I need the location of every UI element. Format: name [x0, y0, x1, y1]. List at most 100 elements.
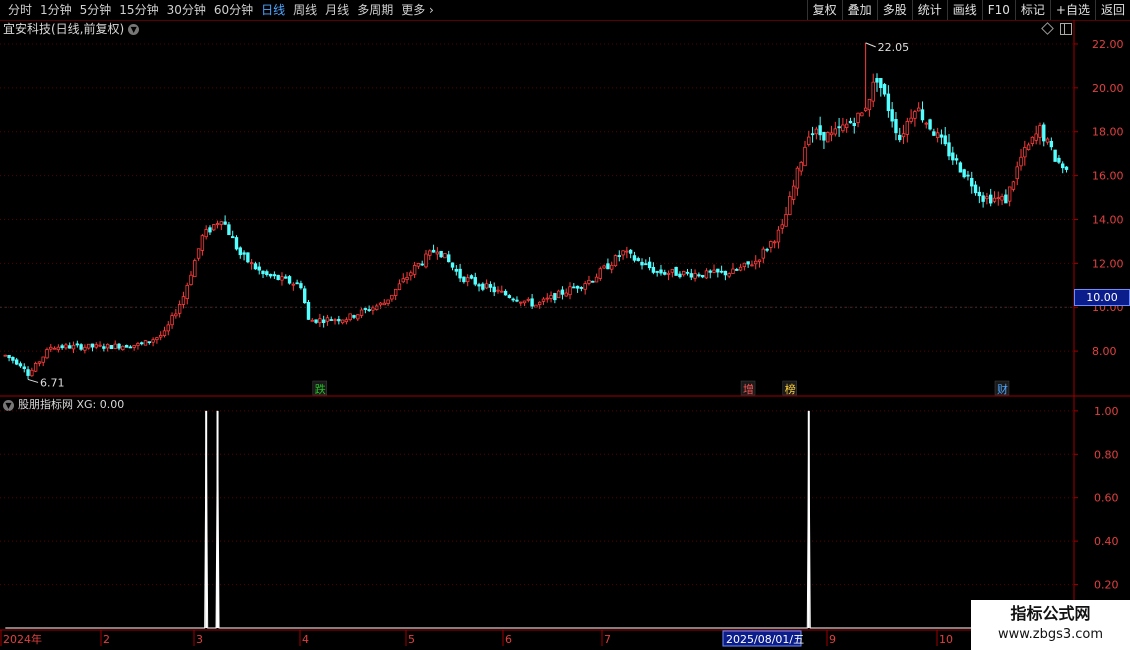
candle-body [219, 221, 224, 225]
candle-body [519, 301, 523, 304]
candle-body [397, 283, 402, 291]
chart-canvas[interactable]: 22.00 20.00 18.00 16.00 14.00 12.00 10.00 8.00 1… [0, 0, 1130, 650]
candle-body [253, 263, 258, 270]
candle-body [7, 354, 11, 359]
candle-body [602, 265, 606, 269]
candle-body [113, 343, 117, 349]
candle-body [1026, 144, 1031, 151]
candle-body [401, 278, 405, 283]
x-axis-label: 2 [103, 633, 110, 646]
candle-body [68, 345, 72, 349]
candle-body [750, 264, 754, 267]
candle-body [746, 261, 750, 265]
candle-body [443, 253, 447, 259]
low-price-label: 6.71 [40, 376, 65, 389]
candle-body [973, 184, 978, 194]
candle-body [1057, 157, 1061, 163]
candle-body [541, 298, 546, 302]
candle-body [143, 340, 148, 346]
candle-body [549, 295, 553, 299]
candle-body [185, 284, 189, 300]
candle-body [212, 224, 216, 231]
candle-body [826, 131, 830, 143]
candle-body [693, 273, 697, 279]
price-tick-label: 22.00 [1092, 38, 1124, 51]
candle-body [64, 344, 68, 349]
candle-body [329, 319, 333, 321]
candle-body [606, 263, 610, 270]
candle-body [833, 128, 838, 135]
candle-body [503, 290, 508, 296]
candle-body [71, 344, 76, 350]
candle-body [363, 308, 368, 310]
candle-body [18, 363, 23, 367]
candle-body [795, 167, 800, 189]
candle-body [1000, 195, 1004, 201]
low-pointer [27, 378, 39, 383]
candle-body [875, 78, 879, 83]
candle-body [22, 366, 26, 370]
candle-body [344, 319, 349, 323]
candle-body [943, 135, 947, 145]
candle-body [98, 344, 102, 347]
candle-body [1030, 136, 1035, 144]
candle-body [1061, 163, 1065, 169]
candle-body [708, 270, 712, 273]
candle-body [166, 324, 170, 332]
candle-body [860, 112, 864, 117]
candle-body [1034, 133, 1038, 141]
candle-body [79, 344, 83, 350]
candle-body [356, 314, 360, 320]
candle-body [1053, 149, 1057, 162]
candle-body [14, 359, 19, 365]
candle-body [60, 345, 64, 349]
candle-body [935, 132, 940, 138]
candle-body [625, 250, 629, 253]
candle-body [628, 249, 633, 254]
candle-body [94, 344, 98, 348]
xg-indicator-line [5, 410, 1067, 629]
candle-body [727, 273, 731, 277]
candle-body [117, 343, 121, 349]
candle-body [932, 131, 936, 136]
candle-body [462, 276, 466, 283]
candle-body [177, 304, 182, 314]
candle-body [348, 313, 352, 321]
candle-body [272, 274, 277, 277]
candle-body [49, 346, 53, 350]
price-tick-label: 16.00 [1092, 170, 1124, 183]
candle-body [655, 271, 659, 273]
watermark-url: www.zbgs3.com [997, 627, 1104, 642]
candle-body [594, 276, 599, 283]
candle-body [484, 283, 489, 289]
candle-body [45, 349, 49, 359]
candle-body [1064, 166, 1069, 170]
candle-body [841, 124, 845, 132]
candle-body [230, 236, 235, 239]
candle-body [981, 195, 985, 202]
candle-body [41, 356, 45, 363]
candle-body [617, 255, 621, 257]
candle-body [632, 255, 637, 261]
candle-body [367, 309, 371, 312]
candle-body [431, 249, 436, 253]
candle-body [242, 252, 246, 255]
candle-body [916, 107, 921, 112]
x-axis-label: 4 [302, 633, 309, 646]
candle-body [829, 132, 834, 136]
candle-body [3, 354, 7, 357]
candle-body [867, 98, 872, 111]
candle-body [90, 343, 95, 348]
event-mark-label: 财 [997, 382, 1008, 396]
candle-body [591, 280, 595, 283]
indicator-tick-label: 1.00 [1094, 405, 1119, 418]
candle-body [924, 122, 928, 125]
event-mark-label: 榜 [785, 382, 796, 396]
candle-body [1038, 125, 1042, 138]
candle-body [996, 197, 1000, 200]
candle-body [769, 241, 773, 248]
candle-body [481, 283, 485, 290]
candle-body [700, 274, 705, 278]
price-tick-label: 20.00 [1092, 82, 1124, 95]
x-axis-label: 3 [196, 633, 203, 646]
